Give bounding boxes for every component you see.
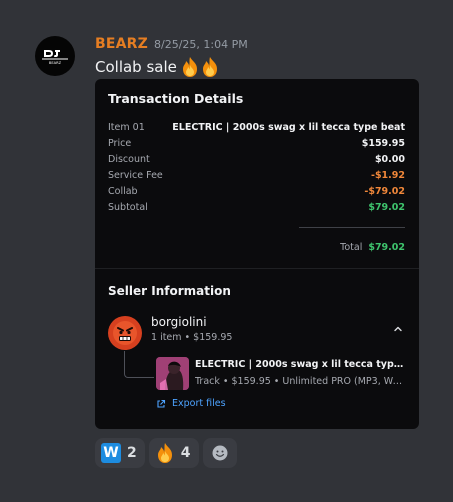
fire-icon [182, 57, 197, 77]
seller-name[interactable]: borgiolini [151, 315, 207, 329]
detail-label: Collab [108, 185, 138, 197]
track-meta: Track • $159.95 • Unlimited PRO (MP3, WA… [195, 376, 405, 387]
export-label: Export files [172, 398, 226, 409]
avatar-text: BEARZ [49, 61, 62, 65]
detail-label: Service Fee [108, 169, 163, 181]
track-artwork[interactable] [156, 357, 189, 390]
content-emojis [180, 56, 220, 78]
detail-value: $159.95 [361, 137, 405, 149]
fire-icon [157, 443, 172, 463]
external-link-icon [157, 399, 166, 408]
detail-value: $0.00 [374, 153, 405, 165]
message-header: BEARZ 8/25/25, 1:04 PM [95, 36, 248, 54]
reaction-count: 2 [127, 445, 137, 461]
total-divider [299, 227, 405, 228]
reactions-bar: W 2 4 [95, 438, 237, 468]
author-name[interactable]: BEARZ [95, 36, 148, 52]
detail-label: Item 01 [108, 121, 145, 133]
section-separator [95, 268, 419, 269]
fire-icon [202, 57, 217, 77]
total-row: Total $79.02 [340, 242, 405, 253]
chat-message: BEARZ BEARZ 8/25/25, 1:04 PM Collab sale… [0, 0, 453, 502]
reaction-count: 4 [180, 445, 191, 461]
detail-row-subtotal: Subtotal $79.02 [108, 200, 405, 214]
detail-label: Price [108, 137, 132, 149]
detail-row-price: Price $159.95 [108, 136, 405, 150]
detail-row-service-fee: Service Fee -$1.92 [108, 168, 405, 182]
detail-value: ELECTRIC | 2000s swag x lil tecca type b… [172, 121, 405, 133]
angry-face-icon [113, 321, 137, 345]
seller-avatar[interactable] [108, 316, 142, 350]
message-timestamp: 8/25/25, 1:04 PM [154, 38, 248, 51]
detail-row-discount: Discount $0.00 [108, 152, 405, 166]
detail-label: Subtotal [108, 201, 148, 213]
detail-label: Discount [108, 153, 150, 165]
seller-meta: 1 item • $159.95 [151, 332, 233, 343]
user-avatar[interactable]: BEARZ [35, 36, 75, 76]
export-files-link[interactable]: Export files [156, 398, 226, 409]
chevron-up-icon[interactable] [391, 322, 405, 336]
smiley-add-icon [212, 445, 227, 461]
message-text: Collab sale [95, 58, 177, 76]
reaction-fire[interactable]: 4 [148, 438, 199, 468]
w-letter-icon: W [101, 443, 121, 463]
tree-connector [124, 351, 154, 378]
message-content: Collab sale [95, 56, 220, 78]
detail-row-collab: Collab -$79.02 [108, 184, 405, 198]
detail-row-item: Item 01 ELECTRIC | 2000s swag x lil tecc… [108, 120, 405, 134]
detail-value: -$1.92 [371, 169, 405, 181]
detail-value: -$79.02 [364, 185, 405, 197]
detail-value: $79.02 [368, 201, 405, 213]
track-title[interactable]: ELECTRIC | 2000s swag x lil tecca type b… [195, 359, 405, 370]
total-label: Total [340, 242, 363, 253]
transaction-embed: Transaction Details Item 01 ELECTRIC | 2… [95, 79, 419, 429]
add-reaction-button[interactable] [202, 438, 237, 468]
embed-title: Transaction Details [108, 91, 244, 106]
track-cover-image [156, 357, 189, 390]
bearz-logo-icon: BEARZ [42, 50, 68, 65]
seller-section-title: Seller Information [108, 284, 231, 298]
reaction-w[interactable]: W 2 [95, 438, 145, 468]
total-value: $79.02 [368, 242, 405, 253]
